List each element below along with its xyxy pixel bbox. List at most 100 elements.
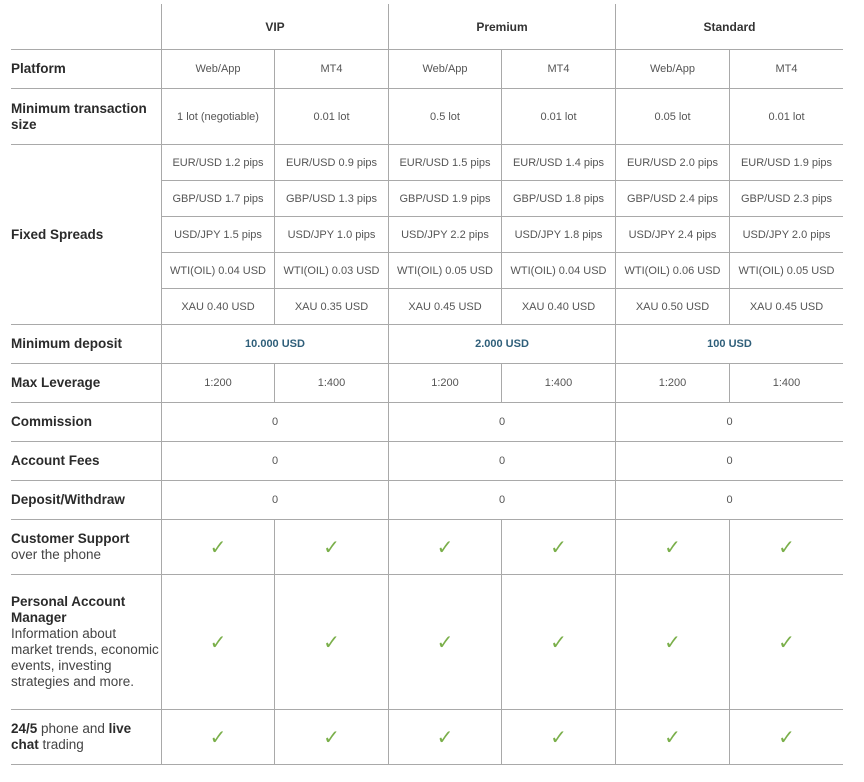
spread-cell: USD/JPY 2.0 pips xyxy=(729,217,843,252)
platform-cell: MT4 xyxy=(729,50,843,88)
spread-cell: EUR/USD 1.9 pips xyxy=(729,145,843,180)
platform-cell: Web/App xyxy=(388,50,501,88)
min-transaction-cell: 1 lot (negotiable) xyxy=(161,89,274,144)
row-sublabel: Information about market trends, economi… xyxy=(11,626,159,689)
commission-row: Commission 0 0 0 xyxy=(11,403,843,442)
platform-row: Platform Web/App MT4 Web/App MT4 Web/App… xyxy=(11,50,843,89)
group-header-standard: Standard xyxy=(615,4,843,49)
spread-cell: XAU 0.50 USD xyxy=(615,289,729,324)
spread-cell: GBP/USD 1.3 pips xyxy=(274,181,388,216)
check-icon: ✓ xyxy=(615,575,729,709)
check-icon: ✓ xyxy=(729,520,843,574)
spread-cell: GBP/USD 2.3 pips xyxy=(729,181,843,216)
customer-support-row: Customer Support over the phone ✓ ✓ ✓ ✓ ✓… xyxy=(11,520,843,575)
spread-subrow: USD/JPY 1.5 pips USD/JPY 1.0 pips USD/JPY … xyxy=(161,217,843,253)
check-icon: ✓ xyxy=(501,520,615,574)
deposit-withdraw-vip: 0 xyxy=(161,481,388,519)
row-label: Minimum deposit xyxy=(11,336,122,351)
spread-cell: USD/JPY 1.8 pips xyxy=(501,217,615,252)
min-transaction-row: Minimum transaction size 1 lot (negotiab… xyxy=(11,89,843,145)
spread-cell: GBP/USD 2.4 pips xyxy=(615,181,729,216)
spread-subrow: GBP/USD 1.7 pips GBP/USD 1.3 pips GBP/USD … xyxy=(161,181,843,217)
row-label-part: trading xyxy=(38,737,84,752)
account-fees-row: Account Fees 0 0 0 xyxy=(11,442,843,481)
header-row: VIP Premium Standard xyxy=(11,4,843,50)
row-label: Commission xyxy=(11,414,93,429)
check-icon: ✓ xyxy=(388,575,501,709)
spread-cell: GBP/USD 1.7 pips xyxy=(161,181,274,216)
row-label: Account Fees xyxy=(11,453,100,468)
spread-cell: XAU 0.40 USD xyxy=(501,289,615,324)
spread-cell: WTI(OIL) 0.05 USD xyxy=(388,253,501,288)
min-deposit-row: Minimum deposit 10.000 USD 2.000 USD 100… xyxy=(11,325,843,364)
spread-cell: USD/JPY 1.0 pips xyxy=(274,217,388,252)
spreads-grid: EUR/USD 1.2 pips EUR/USD 0.9 pips EUR/USD … xyxy=(11,145,843,324)
row-label: Platform xyxy=(11,61,66,76)
spread-cell: XAU 0.40 USD xyxy=(161,289,274,324)
spread-cell: USD/JPY 2.2 pips xyxy=(388,217,501,252)
min-transaction-cell: 0.01 lot xyxy=(729,89,843,144)
min-transaction-cell: 0.5 lot xyxy=(388,89,501,144)
min-deposit-vip: 10.000 USD xyxy=(161,325,388,363)
min-transaction-cell: 0.01 lot xyxy=(501,89,615,144)
check-icon: ✓ xyxy=(501,575,615,709)
check-icon: ✓ xyxy=(274,575,388,709)
max-leverage-row: Max Leverage 1:200 1:400 1:200 1:400 1:2… xyxy=(11,364,843,403)
account-fees-standard: 0 xyxy=(615,442,843,480)
spread-cell: XAU 0.45 USD xyxy=(729,289,843,324)
account-fees-premium: 0 xyxy=(388,442,615,480)
check-icon: ✓ xyxy=(388,520,501,574)
spread-cell: EUR/USD 1.4 pips xyxy=(501,145,615,180)
row-label: Max Leverage xyxy=(11,375,101,390)
platform-cell: Web/App xyxy=(615,50,729,88)
min-transaction-cell: 0.01 lot xyxy=(274,89,388,144)
check-icon: ✓ xyxy=(161,710,274,764)
min-deposit-standard: 100 USD xyxy=(615,325,843,363)
leverage-cell: 1:400 xyxy=(501,364,615,402)
min-deposit-premium: 2.000 USD xyxy=(388,325,615,363)
deposit-withdraw-row: Deposit/Withdraw 0 0 0 xyxy=(11,481,843,520)
check-icon: ✓ xyxy=(501,710,615,764)
check-icon: ✓ xyxy=(615,710,729,764)
leverage-cell: 1:400 xyxy=(274,364,388,402)
spread-subrow: EUR/USD 1.2 pips EUR/USD 0.9 pips EUR/USD … xyxy=(161,145,843,181)
commission-standard: 0 xyxy=(615,403,843,441)
spread-cell: WTI(OIL) 0.05 USD xyxy=(729,253,843,288)
live-chat-row: 24/5 phone and live chat trading ✓ ✓ ✓ ✓… xyxy=(11,710,843,765)
check-icon: ✓ xyxy=(161,575,274,709)
check-icon: ✓ xyxy=(729,710,843,764)
spread-cell: USD/JPY 2.4 pips xyxy=(615,217,729,252)
commission-vip: 0 xyxy=(161,403,388,441)
spread-cell: XAU 0.35 USD xyxy=(274,289,388,324)
row-label: Customer Support xyxy=(11,531,130,546)
spread-subrow: XAU 0.40 USD XAU 0.35 USD XAU 0.45 USD XAU … xyxy=(161,289,843,324)
spread-cell: EUR/USD 2.0 pips xyxy=(615,145,729,180)
check-icon: ✓ xyxy=(274,520,388,574)
check-icon: ✓ xyxy=(388,710,501,764)
leverage-cell: 1:200 xyxy=(161,364,274,402)
row-label: Minimum transaction size xyxy=(11,100,147,132)
row-label: Deposit/Withdraw xyxy=(11,492,125,507)
spread-subrow: WTI(OIL) 0.04 USD WTI(OIL) 0.03 USD WTI(OI… xyxy=(161,253,843,289)
spread-cell: WTI(OIL) 0.04 USD xyxy=(161,253,274,288)
spread-cell: GBP/USD 1.9 pips xyxy=(388,181,501,216)
commission-premium: 0 xyxy=(388,403,615,441)
platform-cell: MT4 xyxy=(501,50,615,88)
group-header-vip: VIP xyxy=(161,4,388,49)
deposit-withdraw-premium: 0 xyxy=(388,481,615,519)
check-icon: ✓ xyxy=(729,575,843,709)
check-icon: ✓ xyxy=(615,520,729,574)
row-label-part: phone and xyxy=(37,721,109,736)
min-transaction-cell: 0.05 lot xyxy=(615,89,729,144)
spread-cell: GBP/USD 1.8 pips xyxy=(501,181,615,216)
spread-cell: USD/JPY 1.5 pips xyxy=(161,217,274,252)
check-icon: ✓ xyxy=(161,520,274,574)
row-label: Personal Account Manager xyxy=(11,594,126,625)
spread-cell: EUR/USD 1.2 pips xyxy=(161,145,274,180)
spread-cell: XAU 0.45 USD xyxy=(388,289,501,324)
fixed-spreads-row: Fixed Spreads EUR/USD 1.2 pips EUR/USD 0.… xyxy=(11,145,843,325)
account-manager-row: Personal Account Manager Information abou… xyxy=(11,575,843,710)
spread-cell: EUR/USD 0.9 pips xyxy=(274,145,388,180)
row-sublabel: over the phone xyxy=(11,547,102,562)
platform-cell: Web/App xyxy=(161,50,274,88)
